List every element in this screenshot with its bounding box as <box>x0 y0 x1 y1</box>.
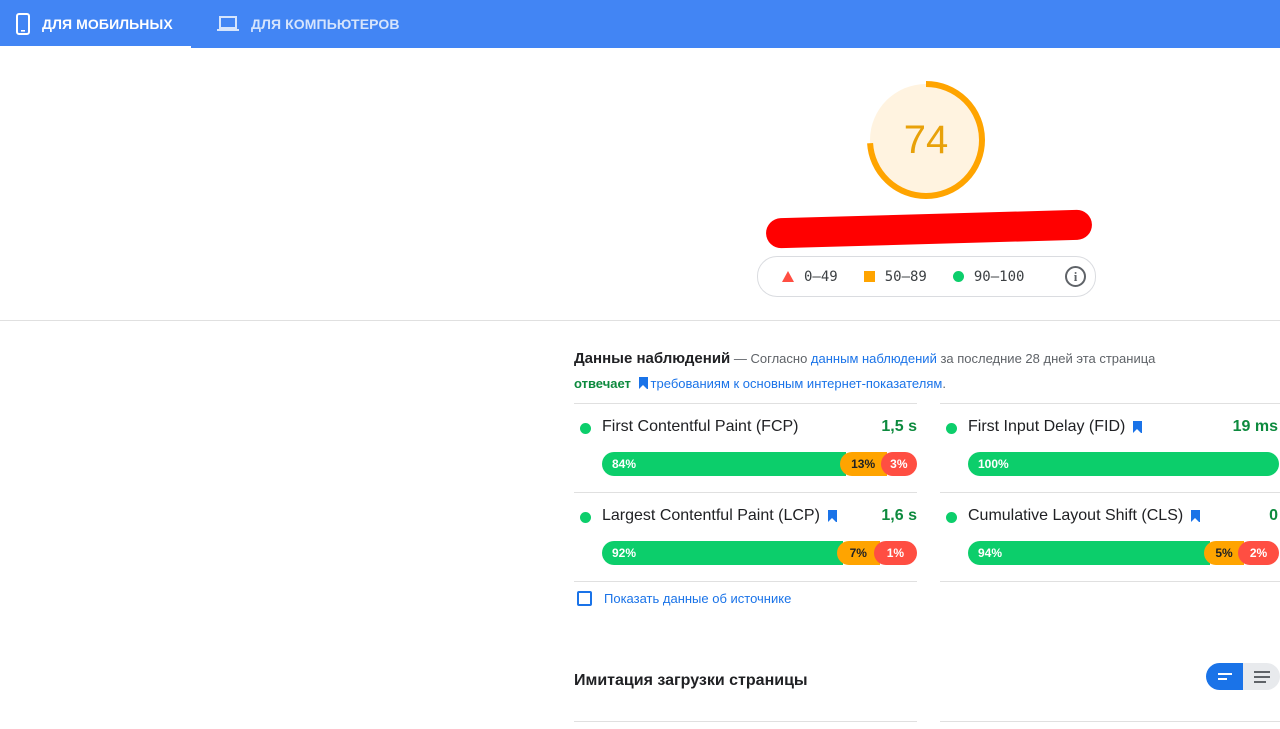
core-web-vitals-link[interactable]: требованиям к основным интернет-показате… <box>651 376 943 391</box>
pass-dot-icon <box>946 512 957 523</box>
metric-name: Largest Contentful Paint (LCP) <box>602 507 840 525</box>
triangle-icon <box>782 271 794 282</box>
field-data-verdict: отвечает <box>574 376 631 391</box>
show-origin-toggle[interactable]: Показать данные об источнике <box>577 591 791 606</box>
metric-name-text: Largest Contentful Paint (LCP) <box>602 507 820 524</box>
square-icon <box>863 271 875 282</box>
metrics-divider <box>574 581 917 582</box>
bookmark-icon <box>1191 510 1201 522</box>
list-expanded-icon <box>1253 670 1270 683</box>
compact-view-button[interactable] <box>1206 663 1243 690</box>
active-tab-indicator <box>0 46 191 48</box>
lab-divider <box>940 721 1280 722</box>
field-data-intro: — Согласно <box>730 351 811 366</box>
origin-checkbox-label[interactable]: Показать данные об источнике <box>604 591 791 606</box>
legend-average: 50–89 <box>863 268 927 285</box>
field-data-period: за последние 28 дней эта страница <box>936 351 1156 366</box>
metric-name: Cumulative Layout Shift (CLS) <box>968 507 1203 525</box>
poor-segment: 1% <box>873 541 917 565</box>
bookmark-icon <box>638 377 648 389</box>
smartphone-icon <box>16 13 30 35</box>
laptop-icon <box>217 16 239 31</box>
good-segment: 94% <box>968 541 1210 565</box>
list-compact-icon <box>1217 673 1232 680</box>
bookmark-icon <box>827 510 837 522</box>
distribution-bar: 94% 5% 2% <box>968 541 1279 565</box>
tab-desktop[interactable]: ДЛЯ КОМПЬЮТЕРОВ <box>217 0 400 48</box>
metric-lcp: Largest Contentful Paint (LCP) 1,6 s 92%… <box>574 492 917 582</box>
field-data-link[interactable]: данным наблюдений <box>811 351 937 366</box>
distribution-bar: 100% <box>968 452 1279 476</box>
distribution-bar: 92% 7% 1% <box>602 541 917 565</box>
metric-name-text: Cumulative Layout Shift (CLS) <box>968 507 1184 524</box>
tab-mobile[interactable]: ДЛЯ МОБИЛЬНЫХ <box>0 0 191 48</box>
redacted-url <box>765 209 1093 249</box>
pass-dot-icon <box>580 423 591 434</box>
metric-name: First Input Delay (FID) <box>968 418 1145 436</box>
metric-name-text: First Input Delay (FID) <box>968 418 1126 435</box>
metrics-divider <box>940 581 1280 582</box>
report-tabs: ДЛЯ МОБИЛЬНЫХ ДЛЯ КОМПЬЮТЕРОВ <box>0 0 1280 48</box>
metric-fid: First Input Delay (FID) 19 ms 100% <box>940 403 1280 493</box>
lab-divider <box>574 721 917 722</box>
good-segment: 100% <box>968 452 1279 476</box>
pass-dot-icon <box>580 512 591 523</box>
legend-average-label: 50–89 <box>884 268 927 285</box>
metric-name-text: First Contentful Paint (FCP) <box>602 418 799 435</box>
legend-pass: 90–100 <box>952 268 1025 285</box>
average-segment: 13% <box>839 452 887 476</box>
circle-icon <box>952 271 964 282</box>
metric-fcp: First Contentful Paint (FCP) 1,5 s 84% 1… <box>574 403 917 493</box>
expanded-view-button[interactable] <box>1243 663 1280 690</box>
legend-fail: 0–49 <box>782 269 838 285</box>
metric-name: First Contentful Paint (FCP) <box>602 418 799 436</box>
distribution-bar: 84% 13% 3% <box>602 452 917 476</box>
metric-value: 1,5 s <box>881 418 917 435</box>
metric-cls: Cumulative Layout Shift (CLS) 0 94% 5% 2… <box>940 492 1280 582</box>
performance-score-value: 74 <box>903 117 949 162</box>
metric-value: 1,6 s <box>881 507 917 524</box>
view-mode-toggle[interactable] <box>1206 663 1280 690</box>
field-data-summary: Данные наблюдений — Согласно данным набл… <box>574 346 1280 396</box>
tab-mobile-label: ДЛЯ МОБИЛЬНЫХ <box>42 16 173 32</box>
poor-segment: 2% <box>1238 541 1279 565</box>
legend-pass-label: 90–100 <box>973 268 1025 285</box>
legend-fail-label: 0–49 <box>804 268 838 285</box>
poor-segment: 3% <box>880 452 917 476</box>
bookmark-icon <box>1133 421 1143 433</box>
score-legend: 0–49 50–89 90–100 i <box>757 256 1096 297</box>
field-data-title: Данные наблюдений <box>574 350 731 367</box>
section-divider <box>0 320 1280 321</box>
performance-score-gauge: 74 <box>866 80 986 200</box>
sentence-period: . <box>942 376 946 391</box>
metric-value: 0 <box>1269 507 1278 524</box>
info-icon[interactable]: i <box>1065 266 1086 287</box>
tab-desktop-label: ДЛЯ КОМПЬЮТЕРОВ <box>251 16 400 32</box>
pass-dot-icon <box>946 423 957 434</box>
metric-value: 19 ms <box>1232 418 1278 435</box>
origin-checkbox[interactable] <box>577 591 592 606</box>
lab-data-title: Имитация загрузки страницы <box>574 672 808 689</box>
good-segment: 84% <box>602 452 846 476</box>
good-segment: 92% <box>602 541 843 565</box>
